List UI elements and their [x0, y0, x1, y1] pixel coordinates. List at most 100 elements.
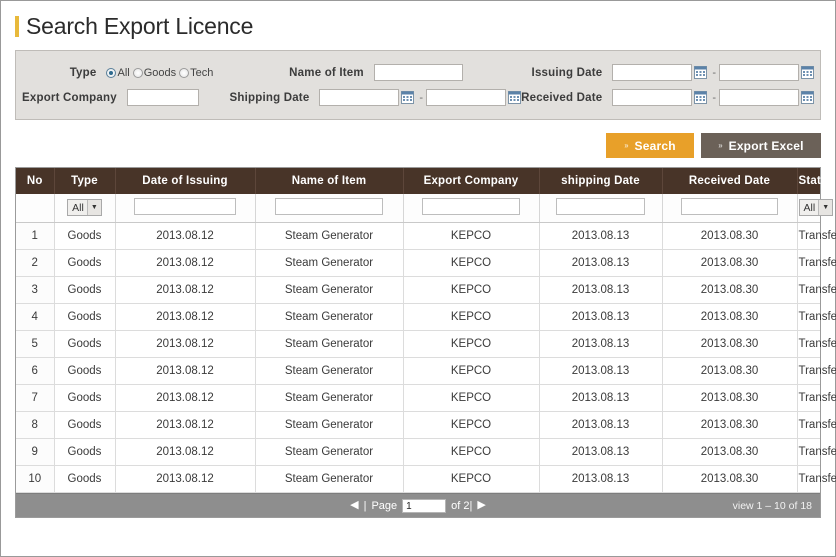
- cell-date-of-issuing: 2013.08.12: [115, 330, 256, 358]
- filter-input-date-of-issuing[interactable]: [134, 197, 236, 215]
- export-excel-button-arrow-icon: ››: [718, 141, 722, 150]
- cell-type: Goods: [54, 330, 116, 358]
- issuing-date-label: Issuing Date: [531, 66, 603, 79]
- table-row[interactable]: 4 Goods 2013.08.12 Steam Generator KEPCO 2013…: [16, 303, 836, 331]
- name-of-item-input[interactable]: [373, 64, 463, 81]
- cell-shipping-date: 2013.08.13: [539, 330, 663, 358]
- type-radio-group[interactable]: All Goods Tech: [106, 67, 216, 79]
- cell-export-company: KEPCO: [403, 249, 540, 277]
- cell-status: Transferred: [797, 357, 836, 385]
- column-header-status[interactable]: Status: [797, 168, 835, 194]
- table-row[interactable]: 2 Goods 2013.08.12 Steam Generator KEPCO 2013…: [16, 249, 836, 277]
- chevron-down-icon[interactable]: ▼: [818, 200, 833, 216]
- type-radio-tech-label: Tech: [190, 66, 214, 79]
- results-table: No Type Date of Issuing Name of Item Exp…: [16, 168, 835, 223]
- cell-name-of-item: Steam Generator: [255, 384, 404, 412]
- cell-name-of-item: Steam Generator: [255, 357, 404, 385]
- cell-date-of-issuing: 2013.08.12: [115, 411, 256, 439]
- table-row[interactable]: 6 Goods 2013.08.12 Steam Generator KEPCO 2013…: [16, 357, 836, 385]
- type-radio-all[interactable]: All: [106, 66, 130, 79]
- column-header-shipping-date[interactable]: shipping Date: [539, 168, 663, 194]
- cell-export-company: KEPCO: [403, 411, 540, 439]
- type-radio-goods[interactable]: Goods: [132, 67, 176, 79]
- filter-select-type[interactable]: All ▼: [67, 199, 102, 217]
- calendar-icon[interactable]: [508, 91, 522, 104]
- radio-indicator-all[interactable]: [106, 67, 117, 78]
- calendar-icon[interactable]: [401, 91, 415, 104]
- previous-page-icon[interactable]: ◀: [350, 500, 358, 511]
- search-filter-panel: Type All Goods Tech Name of Item Issuing…: [15, 50, 821, 120]
- cell-date-of-issuing: 2013.08.12: [115, 438, 256, 466]
- table-row[interactable]: 8 Goods 2013.08.12 Steam Generator KEPCO 2013…: [16, 411, 836, 439]
- shipping-date-label: Shipping Date: [229, 91, 310, 104]
- table-row[interactable]: 9 Goods 2013.08.12 Steam Generator KEPCO 2013…: [16, 438, 836, 466]
- cell-date-of-issuing: 2013.08.12: [115, 357, 256, 385]
- cell-shipping-date: 2013.08.13: [539, 357, 663, 385]
- cell-name-of-item: Steam Generator: [255, 276, 404, 304]
- radio-indicator-tech[interactable]: [179, 67, 190, 78]
- table-footer: ◀ | Page 1 of 2| ▶ view 1 – 10 of 18: [16, 493, 820, 517]
- column-header-name-of-item[interactable]: Name of Item: [255, 168, 404, 194]
- next-page-icon[interactable]: ▶: [477, 500, 485, 511]
- cell-shipping-date: 2013.08.13: [539, 465, 663, 493]
- filter-cell-name-of-item: [255, 194, 404, 223]
- search-button[interactable]: ›› Search: [606, 133, 694, 158]
- calendar-icon[interactable]: [694, 66, 708, 79]
- filter-input-received-date[interactable]: [680, 197, 779, 215]
- table-row[interactable]: 10 Goods 2013.08.12 Steam Generator KEPCO 201…: [16, 465, 836, 493]
- received-date-to-input[interactable]: [719, 89, 799, 106]
- chevron-down-icon[interactable]: ▼: [86, 200, 101, 216]
- cell-no: 7: [16, 384, 55, 412]
- cell-shipping-date: 2013.08.13: [539, 303, 663, 331]
- cell-status: Transferred: [797, 438, 836, 466]
- received-date-from-input[interactable]: [612, 89, 693, 106]
- cell-type: Goods: [54, 384, 116, 412]
- filter-cell-received-date: [662, 194, 798, 223]
- filter-input-export-company[interactable]: [421, 197, 521, 215]
- table-row[interactable]: 3 Goods 2013.08.12 Steam Generator KEPCO 2013…: [16, 276, 836, 304]
- filter-select-status[interactable]: All ▼: [798, 199, 834, 217]
- cell-date-of-issuing: 2013.08.12: [115, 249, 256, 277]
- page-title-row: Search Export Licence: [1, 1, 835, 50]
- shipping-date-to-input[interactable]: [426, 89, 507, 106]
- shipping-date-separator: -: [419, 91, 424, 104]
- column-header-received-date[interactable]: Received Date: [662, 168, 798, 194]
- export-excel-button[interactable]: ›› Export Excel: [701, 133, 821, 158]
- table-row[interactable]: 5 Goods 2013.08.12 Steam Generator KEPCO 2013…: [16, 330, 836, 358]
- type-radio-all-label: All: [117, 66, 130, 79]
- record-count-label: view 1 – 10 of 18: [732, 499, 812, 512]
- column-header-date-of-issuing[interactable]: Date of Issuing: [115, 168, 256, 194]
- export-excel-button-label: Export Excel: [728, 138, 804, 153]
- search-row-1: Type All Goods Tech Name of Item Issuing…: [22, 60, 814, 85]
- issuing-date-from-input[interactable]: [612, 64, 693, 81]
- export-company-input[interactable]: [126, 89, 200, 106]
- cell-received-date: 2013.08.30: [662, 249, 798, 277]
- action-button-bar: ›› Search ›› Export Excel: [1, 133, 821, 158]
- pager-pipe-left: |: [363, 499, 367, 512]
- shipping-date-from-input[interactable]: [319, 89, 400, 106]
- column-header-export-company[interactable]: Export Company: [403, 168, 540, 194]
- received-date-range: -: [602, 89, 814, 106]
- table-header-row: No Type Date of Issuing Name of Item Exp…: [16, 168, 835, 194]
- filter-input-name-of-item[interactable]: [275, 197, 383, 215]
- cell-shipping-date: 2013.08.13: [539, 411, 663, 439]
- radio-indicator-goods[interactable]: [132, 67, 143, 78]
- page-number-input[interactable]: 1: [402, 498, 447, 513]
- column-header-type[interactable]: Type: [54, 168, 116, 194]
- filter-input-shipping-date[interactable]: [556, 197, 645, 215]
- pagination-control: ◀ | Page 1 of 2| ▶: [350, 498, 486, 513]
- name-of-item-label: Name of Item: [289, 66, 364, 79]
- calendar-icon[interactable]: [801, 66, 814, 79]
- cell-no: 3: [16, 276, 55, 304]
- search-row-2: Export Company Shipping Date - Received …: [22, 85, 814, 110]
- calendar-icon[interactable]: [801, 91, 814, 104]
- cell-shipping-date: 2013.08.13: [539, 249, 663, 277]
- cell-export-company: KEPCO: [403, 384, 540, 412]
- calendar-icon[interactable]: [694, 91, 708, 104]
- table-row[interactable]: 7 Goods 2013.08.12 Steam Generator KEPCO 2013…: [16, 384, 836, 412]
- issuing-date-to-input[interactable]: [719, 64, 799, 81]
- column-header-no[interactable]: No: [16, 168, 55, 194]
- table-row[interactable]: 1 Goods 2013.08.12 Steam Generator KEPCO 2013…: [16, 222, 836, 250]
- type-radio-tech[interactable]: Tech: [179, 67, 213, 79]
- cell-type: Goods: [54, 411, 116, 439]
